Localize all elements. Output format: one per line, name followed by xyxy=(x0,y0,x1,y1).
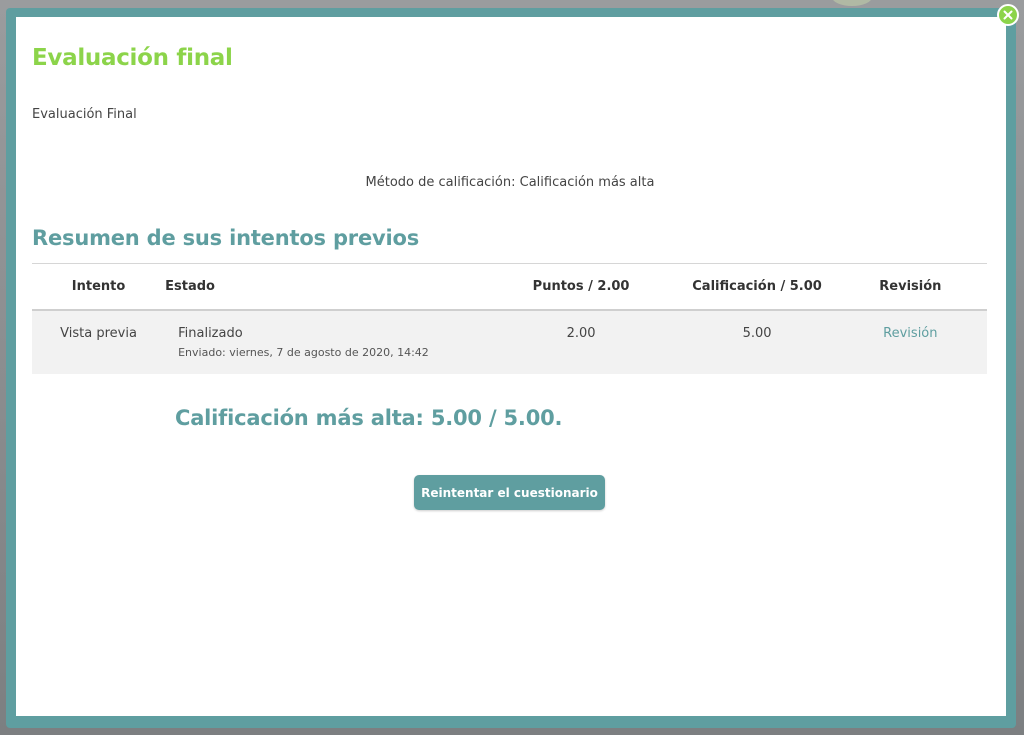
close-button[interactable] xyxy=(997,4,1019,26)
cell-revision: Revisión xyxy=(834,310,987,374)
highest-grade-text: Calificación más alta: 5.00 / 5.00. xyxy=(175,406,563,430)
cell-calificacion: 5.00 xyxy=(742,325,772,341)
cell-intento: Vista previa xyxy=(60,325,137,341)
quiz-intro-text: Evaluación Final xyxy=(32,107,137,122)
review-link[interactable]: Revisión xyxy=(883,326,937,341)
status-text: Finalizado xyxy=(178,325,243,341)
table-header-row: Intento Estado Puntos / 2.00 Calificació… xyxy=(32,263,987,310)
submitted-date: Enviado: viernes, 7 de agosto de 2020, 1… xyxy=(178,345,429,359)
grading-method-text: Método de calificación: Calificación más… xyxy=(365,175,655,190)
header-estado: Estado xyxy=(165,278,215,294)
header-revision: Revisión xyxy=(879,278,942,294)
cell-puntos: 2.00 xyxy=(566,325,596,341)
table-row: Vista previa Finalizado Enviado: viernes… xyxy=(32,309,987,374)
cell-estado: Finalizado Enviado: viernes, 7 de agosto… xyxy=(165,310,482,374)
attempts-table: Intento Estado Puntos / 2.00 Calificació… xyxy=(32,263,987,374)
page-title: Evaluación final xyxy=(32,45,233,71)
header-calificacion: Calificación / 5.00 xyxy=(692,278,822,294)
close-icon xyxy=(1003,10,1013,20)
attempts-summary-title: Resumen de sus intentos previos xyxy=(32,226,419,250)
header-intento: Intento xyxy=(71,278,126,294)
header-puntos: Puntos / 2.00 xyxy=(532,278,630,294)
quiz-summary-modal: Evaluación final Evaluación Final Método… xyxy=(16,17,1006,716)
retry-quiz-button[interactable]: Reintentar el cuestionario xyxy=(414,475,605,510)
